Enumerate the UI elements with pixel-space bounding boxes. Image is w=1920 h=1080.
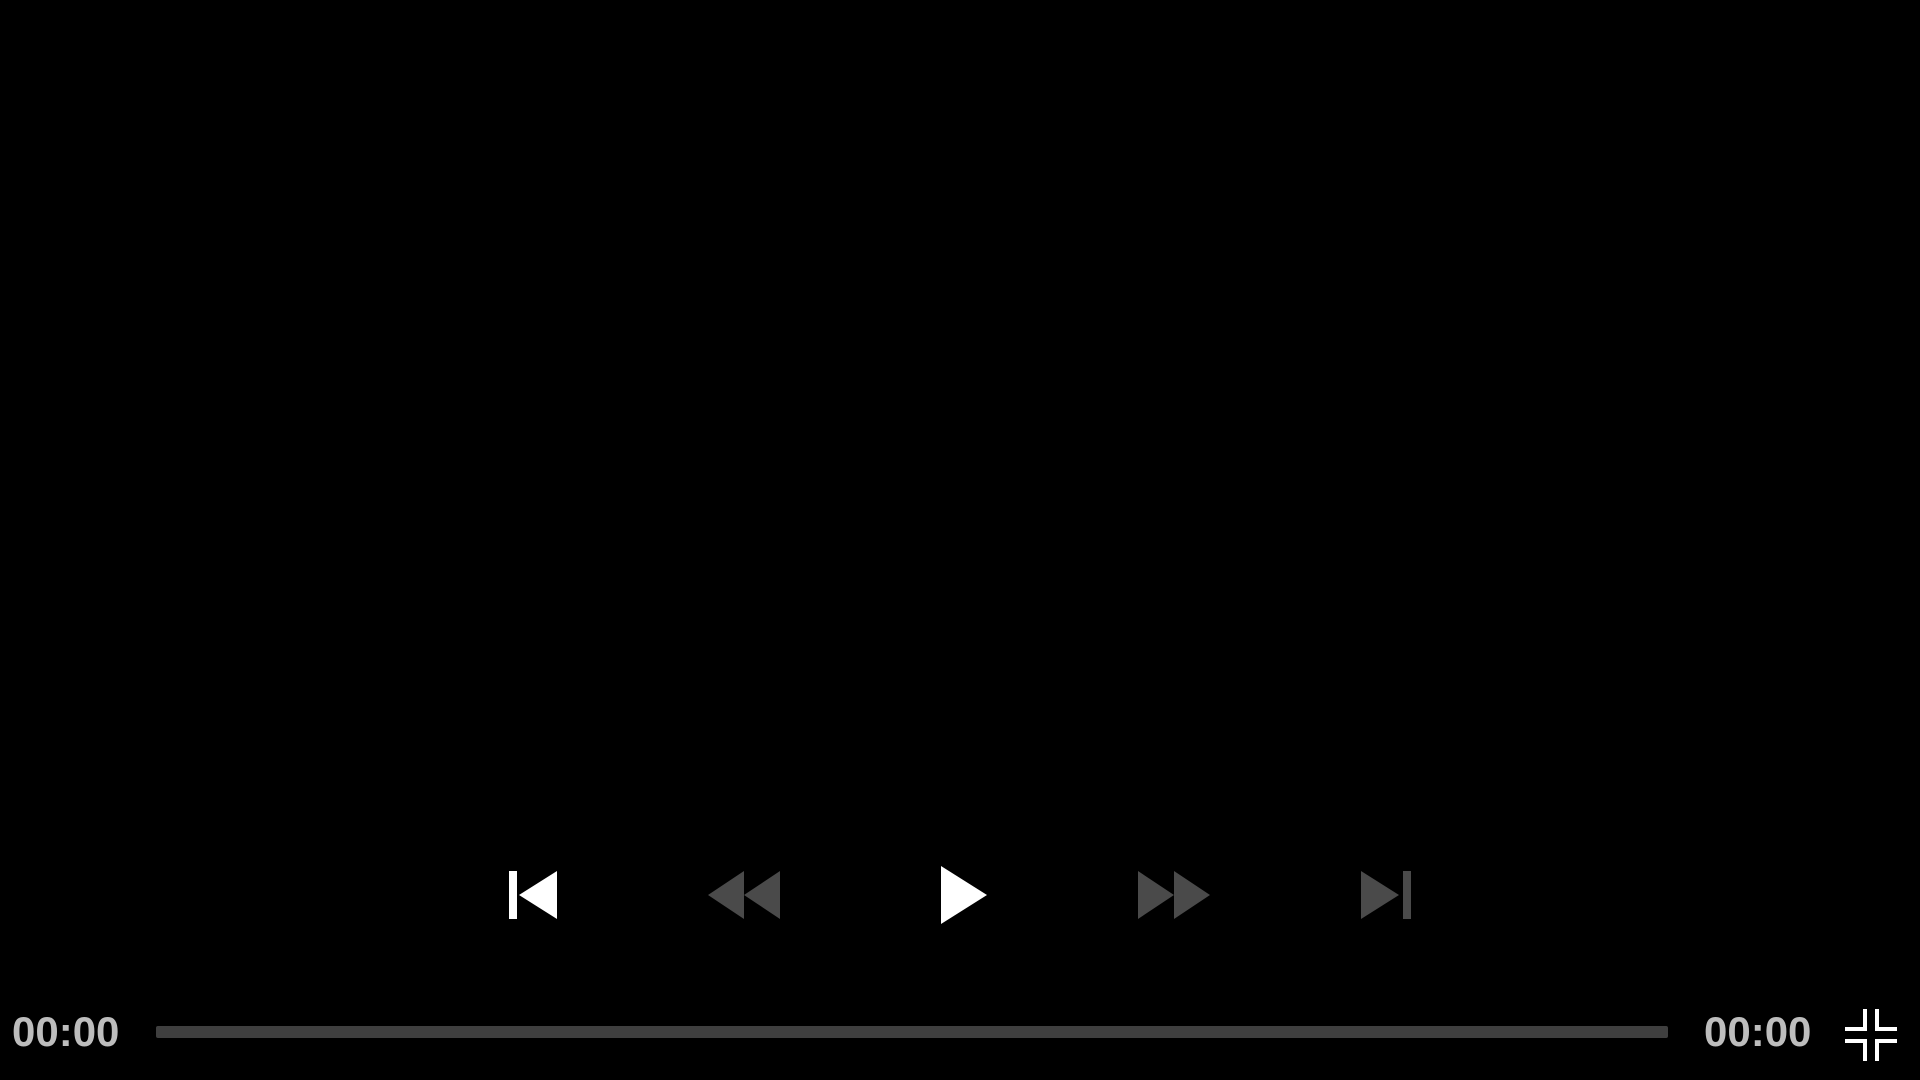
seek-track <box>156 1026 1668 1038</box>
skip-next-icon <box>1361 871 1411 919</box>
fast-forward-icon <box>1138 871 1210 919</box>
timeline-bar: 00:00 00:00 <box>0 1000 1920 1064</box>
skip-previous-icon <box>509 871 557 919</box>
fast-forward-button[interactable] <box>1134 860 1214 930</box>
seek-bar[interactable] <box>156 1022 1668 1042</box>
current-time: 00:00 <box>12 1008 120 1055</box>
duration-time: 00:00 <box>1704 1008 1812 1055</box>
rewind-icon <box>708 871 780 919</box>
video-player: 00:00 00:00 <box>0 0 1920 1080</box>
play-button[interactable] <box>924 860 1004 930</box>
video-surface[interactable] <box>0 0 1920 840</box>
play-icon <box>941 866 987 924</box>
transport-controls <box>0 860 1920 930</box>
exit-fullscreen-button[interactable] <box>1840 1004 1902 1066</box>
rewind-button[interactable] <box>704 860 784 930</box>
previous-button[interactable] <box>494 860 574 930</box>
next-button[interactable] <box>1346 860 1426 930</box>
fullscreen-exit-icon <box>1845 1009 1897 1061</box>
